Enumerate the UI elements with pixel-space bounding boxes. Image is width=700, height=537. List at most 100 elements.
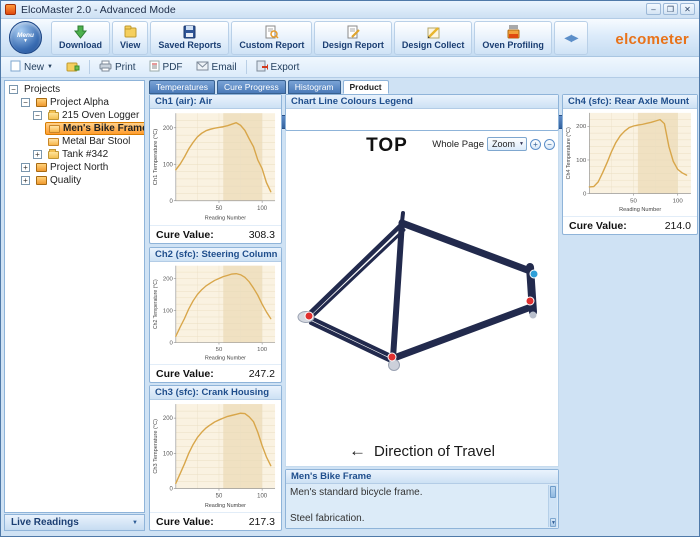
- tab-histogram[interactable]: Histogram: [288, 80, 341, 94]
- tree-item-label: Tank #342: [62, 149, 108, 160]
- product-description-line: Steel fabrication.: [290, 512, 544, 525]
- svg-text:100: 100: [257, 494, 268, 500]
- sensor-marker-air: [530, 270, 538, 278]
- printer-icon: [99, 60, 112, 75]
- export-button[interactable]: Export: [251, 58, 305, 77]
- svg-text:100: 100: [163, 309, 173, 315]
- svg-text:100: 100: [576, 158, 587, 164]
- bike-frame-image: [294, 159, 552, 409]
- tree-item-label: Projects: [24, 84, 60, 95]
- email-button[interactable]: Email: [191, 59, 242, 76]
- tab-product[interactable]: Product: [343, 80, 389, 94]
- scrollbar[interactable]: ▼: [548, 485, 557, 527]
- tree-item[interactable]: Metal Bar Stool: [5, 135, 144, 148]
- expand-icon[interactable]: +: [21, 163, 30, 172]
- tab-temperatures[interactable]: Temperatures: [149, 80, 215, 94]
- ribbon: Menu ▼ Download View Saved Reports Custo…: [1, 19, 699, 57]
- new-button[interactable]: New▼: [5, 58, 58, 77]
- tab-cure-progress[interactable]: Cure Progress: [217, 80, 286, 94]
- pencil-pad-icon: [426, 25, 441, 39]
- svg-text:100: 100: [163, 451, 174, 457]
- expand-icon[interactable]: +: [21, 176, 30, 185]
- tree-item[interactable]: −Projects: [5, 83, 144, 96]
- left-arrow-icon: ←: [349, 441, 366, 460]
- ribbon-tab-oven-profiling[interactable]: Oven Profiling: [474, 21, 552, 55]
- zoom-mode-select[interactable]: Zoom▼: [487, 137, 527, 151]
- sensor-marker-crank: [388, 353, 396, 361]
- product-view: TOP Whole Page Zoom▼ + −: [285, 131, 559, 467]
- cure-value: 308.3: [249, 229, 275, 241]
- channel-panel-ch4: Ch4 (sfc): Rear Axle Mount 010020050100R…: [562, 94, 698, 235]
- svg-text:50: 50: [216, 205, 223, 212]
- tree-item[interactable]: Men's Bike Frame - MSCF26: [5, 122, 144, 135]
- scrollbar-thumb[interactable]: [550, 486, 556, 498]
- tree-item-label: Metal Bar Stool: [62, 136, 130, 147]
- minimize-button[interactable]: –: [646, 3, 661, 15]
- quick-toolbar: New▼ Print PDF Email Export: [1, 57, 699, 78]
- tree-item[interactable]: −Project Alpha: [5, 96, 144, 109]
- maximize-button[interactable]: ❐: [663, 3, 678, 15]
- app-icon: [5, 4, 16, 15]
- pdf-button[interactable]: PDF: [144, 58, 188, 77]
- collapse-icon[interactable]: −: [21, 98, 30, 107]
- folder-icon: [48, 112, 59, 120]
- channel-title: Ch3 (sfc): Crank Housing: [150, 386, 281, 400]
- collapse-icon[interactable]: −: [33, 111, 42, 120]
- channel-panel-ch3: Ch3 (sfc): Crank Housing 010020050100Rea…: [149, 385, 282, 531]
- menu-button[interactable]: Menu ▼: [9, 21, 42, 54]
- svg-text:100: 100: [163, 161, 173, 168]
- open-folder-button[interactable]: [61, 58, 85, 77]
- svg-text:0: 0: [170, 341, 173, 347]
- tree-item[interactable]: + Project North: [5, 161, 144, 174]
- svg-text:50: 50: [216, 494, 223, 500]
- report-pencil-icon: [346, 25, 361, 39]
- tree-item-label: Project North: [50, 162, 108, 173]
- svg-text:100: 100: [257, 347, 267, 353]
- ch1-temperature-chart: 010020050100Reading NumberCh1 Temperatur…: [151, 109, 280, 225]
- collapse-icon[interactable]: −: [9, 85, 18, 94]
- chevron-down-icon: ▼: [23, 39, 28, 44]
- ribbon-overflow-button[interactable]: ◀▶: [554, 21, 588, 55]
- channel-title: Ch4 (sfc): Rear Axle Mount: [563, 95, 697, 109]
- product-description-box[interactable]: Men's standard bicycle frame. Steel fabr…: [286, 484, 558, 528]
- ribbon-tab-download[interactable]: Download: [51, 21, 110, 55]
- channel-title: Ch1 (air): Air: [150, 95, 281, 109]
- tree-item-label: Quality: [50, 175, 81, 186]
- tree-item[interactable]: − 215 Oven Logger: [5, 109, 144, 122]
- zoom-out-button[interactable]: −: [544, 139, 555, 150]
- envelope-icon: [196, 61, 209, 74]
- channel-panel-ch2: Ch2 (sfc): Steering Column 010020050100R…: [149, 247, 282, 383]
- expand-icon[interactable]: +: [33, 150, 42, 159]
- live-readings-bar[interactable]: Live Readings ▼: [4, 514, 145, 531]
- ribbon-tab-saved-reports[interactable]: Saved Reports: [150, 21, 229, 55]
- cure-value-label: Cure Value:: [156, 229, 214, 241]
- title-bar: ElcoMaster 2.0 - Advanced Mode – ❐ ✕: [1, 1, 699, 19]
- tree-item[interactable]: + Tank #342: [5, 148, 144, 161]
- export-icon: [256, 60, 268, 75]
- print-button[interactable]: Print: [94, 58, 141, 77]
- ribbon-tab-custom-report[interactable]: Custom Report: [231, 21, 312, 55]
- report-magnifier-icon: [264, 25, 279, 39]
- channel-title: Ch2 (sfc): Steering Column: [150, 248, 281, 262]
- cure-value-label: Cure Value:: [156, 368, 214, 380]
- sensor-marker-rear-axle: [305, 312, 313, 320]
- tree-item[interactable]: + Quality: [5, 174, 144, 187]
- ribbon-tab-view[interactable]: View: [112, 21, 148, 55]
- svg-text:200: 200: [163, 416, 174, 422]
- open-folder-icon: [66, 60, 80, 75]
- chevron-down-icon: ▼: [132, 520, 138, 526]
- project-tree-panel: −Projects−Project Alpha−215 Oven LoggerM…: [4, 80, 145, 513]
- svg-text:Ch4 Temperature (°C): Ch4 Temperature (°C): [566, 127, 572, 179]
- tree-item-label: 215 Oven Logger: [62, 110, 139, 121]
- svg-text:200: 200: [576, 124, 587, 130]
- double-arrow-icon: ◀▶: [564, 33, 577, 44]
- tree-item-label: Men's Bike Frame - MSCF26: [63, 123, 145, 134]
- zoom-in-button[interactable]: +: [530, 139, 541, 150]
- cure-value-label: Cure Value:: [569, 220, 627, 232]
- ribbon-tab-design-report[interactable]: Design Report: [314, 21, 392, 55]
- close-button[interactable]: ✕: [680, 3, 695, 15]
- ribbon-tab-design-collect[interactable]: Design Collect: [394, 21, 473, 55]
- scroll-down-arrow[interactable]: ▼: [550, 518, 556, 527]
- svg-text:50: 50: [216, 347, 223, 353]
- brand-logo: elcometer: [615, 31, 689, 48]
